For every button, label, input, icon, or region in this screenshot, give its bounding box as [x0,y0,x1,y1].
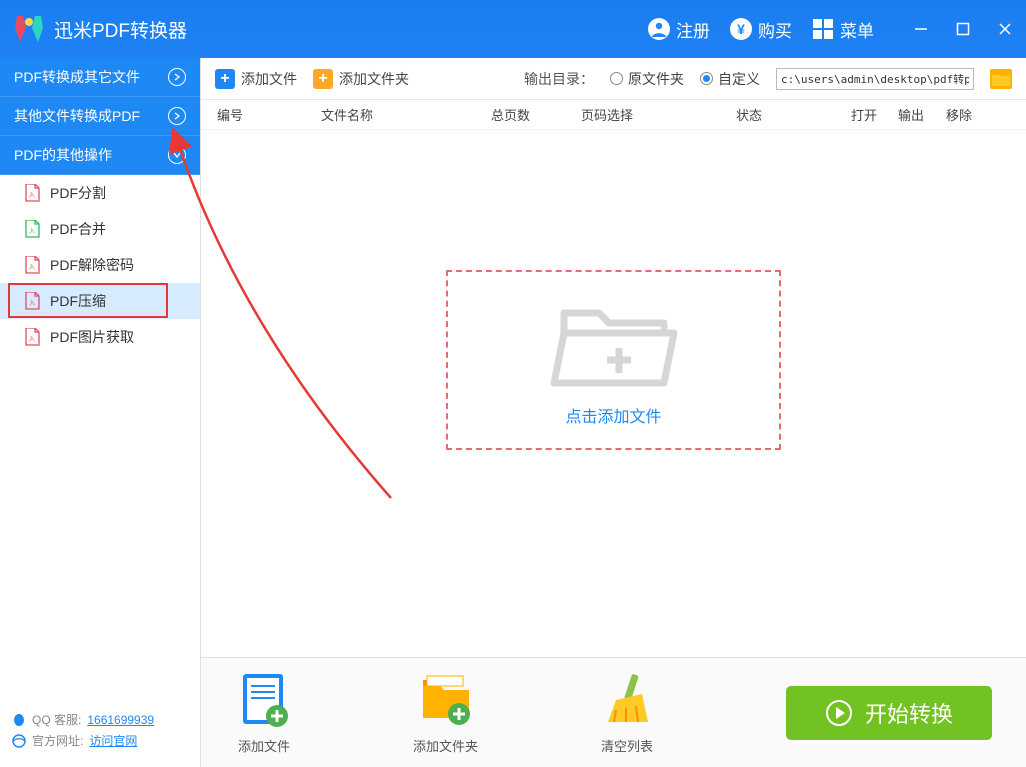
user-icon [648,18,670,40]
chevron-right-icon [168,107,186,125]
pdf-icon: 入 [24,220,40,238]
svg-text:入: 入 [29,192,35,199]
col-pages: 总页数 [491,105,581,124]
sidebar-item-split[interactable]: 入 PDF分割 [0,175,200,211]
output-custom-radio[interactable]: 自定义 [700,69,760,89]
toolbar: + 添加文件 + 添加文件夹 输出目录： 原文件夹 自定义 [201,58,1026,100]
col-open: 打开 [851,105,898,124]
bottom-clear-list[interactable]: 清空列表 [598,670,656,755]
add-folder-label: 添加文件夹 [339,69,409,89]
bottom-bar: 添加文件 添加文件夹 清空列表 开始转换 [201,657,1026,767]
folder-add-icon [417,670,475,728]
sidebar-cat-label: PDF的其他操作 [14,145,112,165]
add-file-button[interactable]: + 添加文件 [215,69,297,89]
yen-icon: ¥ [730,18,752,40]
bottom-add-file[interactable]: 添加文件 [235,670,293,755]
app-logo-icon [12,12,46,46]
start-convert-button[interactable]: 开始转换 [786,686,992,740]
sidebar-cat-pdf-ops[interactable]: PDF的其他操作 [0,136,200,175]
sidebar: PDF转换成其它文件 其他文件转换成PDF PDF的其他操作 入 PDF分割 入… [0,58,201,767]
col-delete: 移除 [946,105,990,124]
titlebar: 迅米PDF转换器 注册 ¥ 购买 菜单 [0,0,1026,58]
sidebar-item-merge[interactable]: 入 PDF合并 [0,211,200,247]
ie-icon [12,734,26,748]
minimize-button[interactable] [912,20,930,38]
sidebar-cat-label: PDF转换成其它文件 [14,67,140,87]
sidebar-cat-label: 其他文件转换成PDF [14,106,140,126]
pdf-icon: 入 [24,328,40,346]
sidebar-cat-pdf-to-other[interactable]: PDF转换成其它文件 [0,58,200,97]
radio-label: 自定义 [718,69,760,89]
buy-button[interactable]: ¥ 购买 [730,17,792,42]
bottom-label: 清空列表 [601,736,653,755]
sidebar-item-extract[interactable]: 入 PDF图片获取 [0,319,200,355]
folder-add-icon [549,293,679,393]
output-path-input[interactable] [776,68,974,90]
close-button[interactable] [996,20,1014,38]
plus-icon: + [215,69,235,89]
main-area: + 添加文件 + 添加文件夹 输出目录： 原文件夹 自定义 编号 [201,58,1026,767]
col-num: 编号 [211,105,321,124]
file-add-icon [235,670,293,728]
col-page-select: 页码选择 [581,105,736,124]
menu-button[interactable]: 菜单 [812,17,874,42]
svg-text:入: 入 [29,228,35,235]
qq-label: QQ 客服: [32,711,81,728]
add-file-label: 添加文件 [241,69,297,89]
register-label: 注册 [676,17,710,42]
output-dir-label: 输出目录： [524,69,594,89]
broom-icon [598,670,656,728]
start-label: 开始转换 [865,697,953,729]
radio-icon [610,72,623,85]
chevron-down-icon [168,146,186,164]
pdf-icon: 入 [24,292,40,310]
col-status: 状态 [736,105,851,124]
radio-icon [700,72,713,85]
sidebar-cat-other-to-pdf[interactable]: 其他文件转换成PDF [0,97,200,136]
sidebar-item-label: PDF压缩 [50,291,106,311]
app-title: 迅米PDF转换器 [54,16,187,43]
file-table-header: 编号 文件名称 总页数 页码选择 状态 打开 输出 移除 [201,100,1026,130]
bottom-label: 添加文件 [238,736,290,755]
sidebar-item-compress[interactable]: 入 PDF压缩 [0,283,200,319]
sidebar-item-label: PDF解除密码 [50,255,134,275]
qq-number-link[interactable]: 1661699939 [87,713,154,727]
sidebar-footer: QQ 客服: 1661699939 官方网址: 访问官网 [0,695,200,767]
dropzone[interactable]: 点击添加文件 [446,270,781,450]
dropzone-text: 点击添加文件 [565,403,661,427]
pdf-icon: 入 [24,184,40,202]
radio-label: 原文件夹 [628,69,684,89]
chevron-right-icon [168,68,186,86]
folder-icon [990,69,1012,89]
sidebar-item-decrypt[interactable]: 入 PDF解除密码 [0,247,200,283]
col-output: 输出 [898,105,946,124]
svg-text:入: 入 [29,264,35,271]
svg-text:入: 入 [29,300,35,307]
output-source-radio[interactable]: 原文件夹 [610,69,684,89]
browse-folder-button[interactable] [990,69,1012,89]
grid-icon [812,18,834,40]
sidebar-item-label: PDF分割 [50,183,106,203]
qq-icon [12,712,26,728]
play-icon [825,699,853,727]
site-label: 官方网址: [32,732,83,749]
register-button[interactable]: 注册 [648,17,710,42]
sidebar-item-label: PDF合并 [50,219,106,239]
file-list-area: 点击添加文件 [201,130,1026,657]
bottom-add-folder[interactable]: 添加文件夹 [413,670,478,755]
svg-text:入: 入 [29,336,35,343]
buy-label: 购买 [758,17,792,42]
site-link[interactable]: 访问官网 [89,732,137,749]
plus-icon: + [313,69,333,89]
col-name: 文件名称 [321,105,491,124]
bottom-label: 添加文件夹 [413,736,478,755]
maximize-button[interactable] [954,20,972,38]
sidebar-item-label: PDF图片获取 [50,327,134,347]
menu-label: 菜单 [840,17,874,42]
pdf-icon: 入 [24,256,40,274]
add-folder-button[interactable]: + 添加文件夹 [313,69,409,89]
svg-text:¥: ¥ [737,21,745,37]
